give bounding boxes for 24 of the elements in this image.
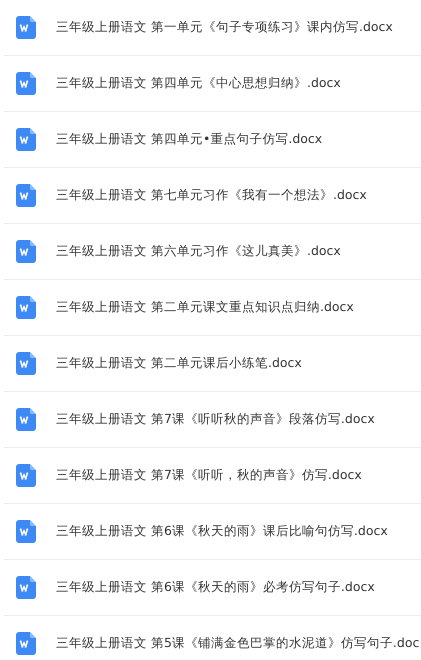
file-name[interactable]: 三年级上册语文 第四单元•重点句子仿写.docx: [56, 130, 322, 149]
file-name[interactable]: 三年级上册语文 第5课《铺满金色巴掌的水泥道》仿写句子.doc: [56, 634, 420, 653]
document-icon: [16, 408, 36, 431]
file-name[interactable]: 三年级上册语文 第二单元课后小练笔.docx: [56, 354, 302, 373]
document-icon: [16, 352, 36, 375]
document-icon: [16, 632, 36, 655]
file-name[interactable]: 三年级上册语文 第一单元《句子专项练习》课内仿写.docx: [56, 18, 393, 37]
document-icon: [16, 296, 36, 319]
document-icon: [16, 464, 36, 487]
document-icon: [16, 16, 36, 39]
file-name[interactable]: 三年级上册语文 第6课《秋天的雨》必考仿写句子.docx: [56, 578, 375, 597]
document-icon: [16, 128, 36, 151]
document-icon: [16, 576, 36, 599]
document-icon: [16, 72, 36, 95]
file-name[interactable]: 三年级上册语文 第二单元课文重点知识点归纳.docx: [56, 298, 354, 317]
file-name[interactable]: 三年级上册语文 第6课《秋天的雨》课后比喻句仿写.docx: [56, 522, 388, 541]
file-name[interactable]: 三年级上册语文 第7课《听听，秋的声音》仿写.docx: [56, 466, 362, 485]
file-name[interactable]: 三年级上册语文 第7课《听听秋的声音》段落仿写.docx: [56, 410, 375, 429]
file-name[interactable]: 三年级上册语文 第六单元习作《这儿真美》.docx: [56, 242, 341, 261]
document-icon: [16, 184, 36, 207]
file-name[interactable]: 三年级上册语文 第七单元习作《我有一个想法》.docx: [56, 186, 367, 205]
document-icon: [16, 240, 36, 263]
file-name[interactable]: 三年级上册语文 第四单元《中心思想归纳》.docx: [56, 74, 341, 93]
document-icon: [16, 520, 36, 543]
